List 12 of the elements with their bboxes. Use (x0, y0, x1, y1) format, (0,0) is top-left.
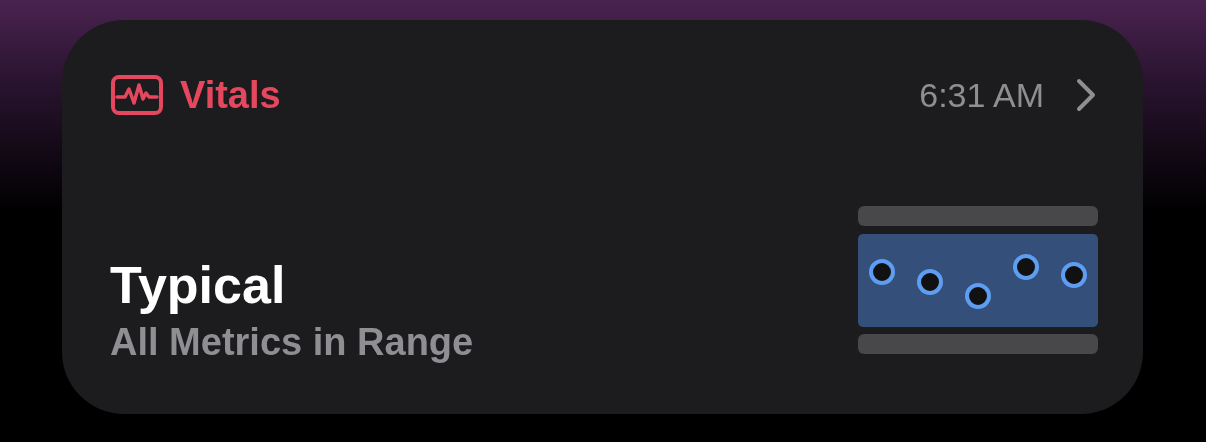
metric-point (1061, 262, 1087, 288)
status-text: Typical (110, 255, 287, 315)
waveform-icon (110, 74, 164, 116)
detail-text: All Metrics in Range (110, 321, 474, 364)
widget-card[interactable]: Vitals 6:31 AM Typical All Metrics in Range (62, 20, 1143, 414)
metric-point (965, 283, 991, 309)
chevron-icon[interactable] (1074, 77, 1098, 113)
metric-point (917, 269, 943, 295)
timestamp: 6:31 AM (919, 75, 1044, 115)
metric-point (869, 259, 895, 285)
metric-point (1013, 254, 1039, 280)
widget-title: Vitals (180, 73, 281, 117)
